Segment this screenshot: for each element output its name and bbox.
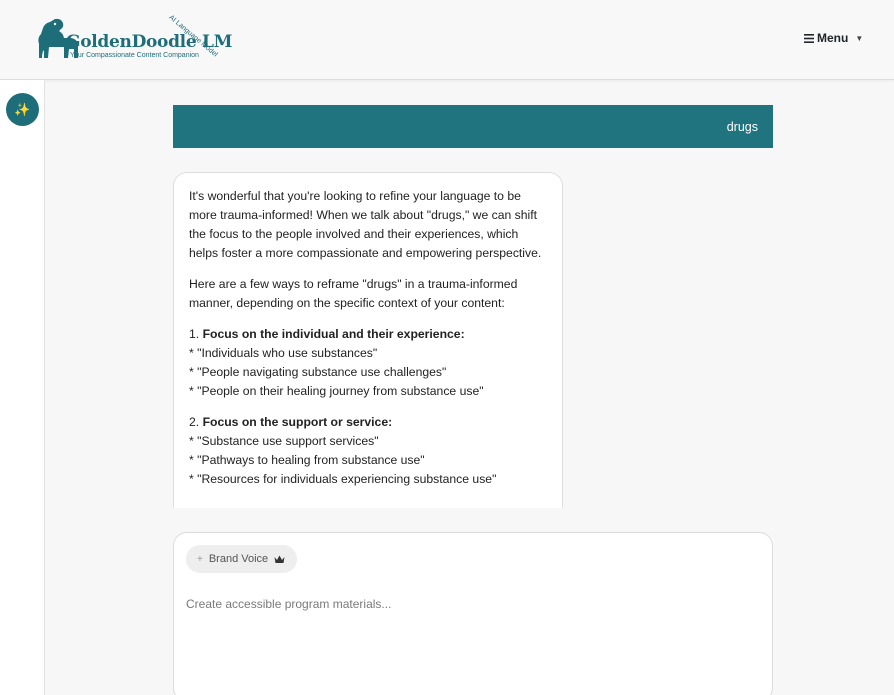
user-message: drugs [173,105,773,148]
section-heading: Focus on the support or service: [202,415,393,429]
logo-tagline: Your Compassionate Content Companion [70,52,199,59]
assistant-section-1: 1. Focus on the individual and their exp… [189,325,547,401]
caret-down-icon: ▼ [855,33,864,43]
list-item: * "People navigating substance use chall… [189,365,447,379]
sidebar: ✨ [0,80,45,695]
menu-button[interactable]: Menu ▼ [804,31,863,45]
message-composer: + Brand Voice [173,532,773,695]
brand-voice-chip[interactable]: + Brand Voice [186,545,297,573]
section-heading: Focus on the individual and their experi… [202,327,465,341]
hamburger-icon [804,33,814,43]
new-chat-button[interactable]: ✨ [6,93,39,126]
app-header: GoldenDoodle LM Your Compassionate Conte… [0,0,894,80]
brand-voice-label: Brand Voice [208,553,269,565]
plus-icon: + [197,553,203,565]
list-item: * "Pathways to healing from substance us… [189,453,425,467]
section-number: 2. [189,415,200,429]
list-item: * "Individuals who use substances" [189,346,378,360]
assistant-message: It's wonderful that you're looking to re… [173,172,563,508]
list-item: * "Substance use support services" [189,434,379,448]
assistant-intro: It's wonderful that you're looking to re… [189,189,542,260]
list-item: * "People on their healing journey from … [189,384,484,398]
message-input[interactable] [186,597,756,687]
assistant-section-2: 2. Focus on the support or service: * "S… [189,413,547,489]
assistant-lead: Here are a few ways to reframe "drugs" i… [189,277,518,310]
menu-label: Menu [817,31,849,45]
user-message-text: drugs [726,119,758,134]
crown-icon [274,555,285,563]
section-number: 1. [189,327,200,341]
list-item: * "Resources for individuals experiencin… [189,472,497,486]
sparkles-icon: ✨ [14,101,31,117]
